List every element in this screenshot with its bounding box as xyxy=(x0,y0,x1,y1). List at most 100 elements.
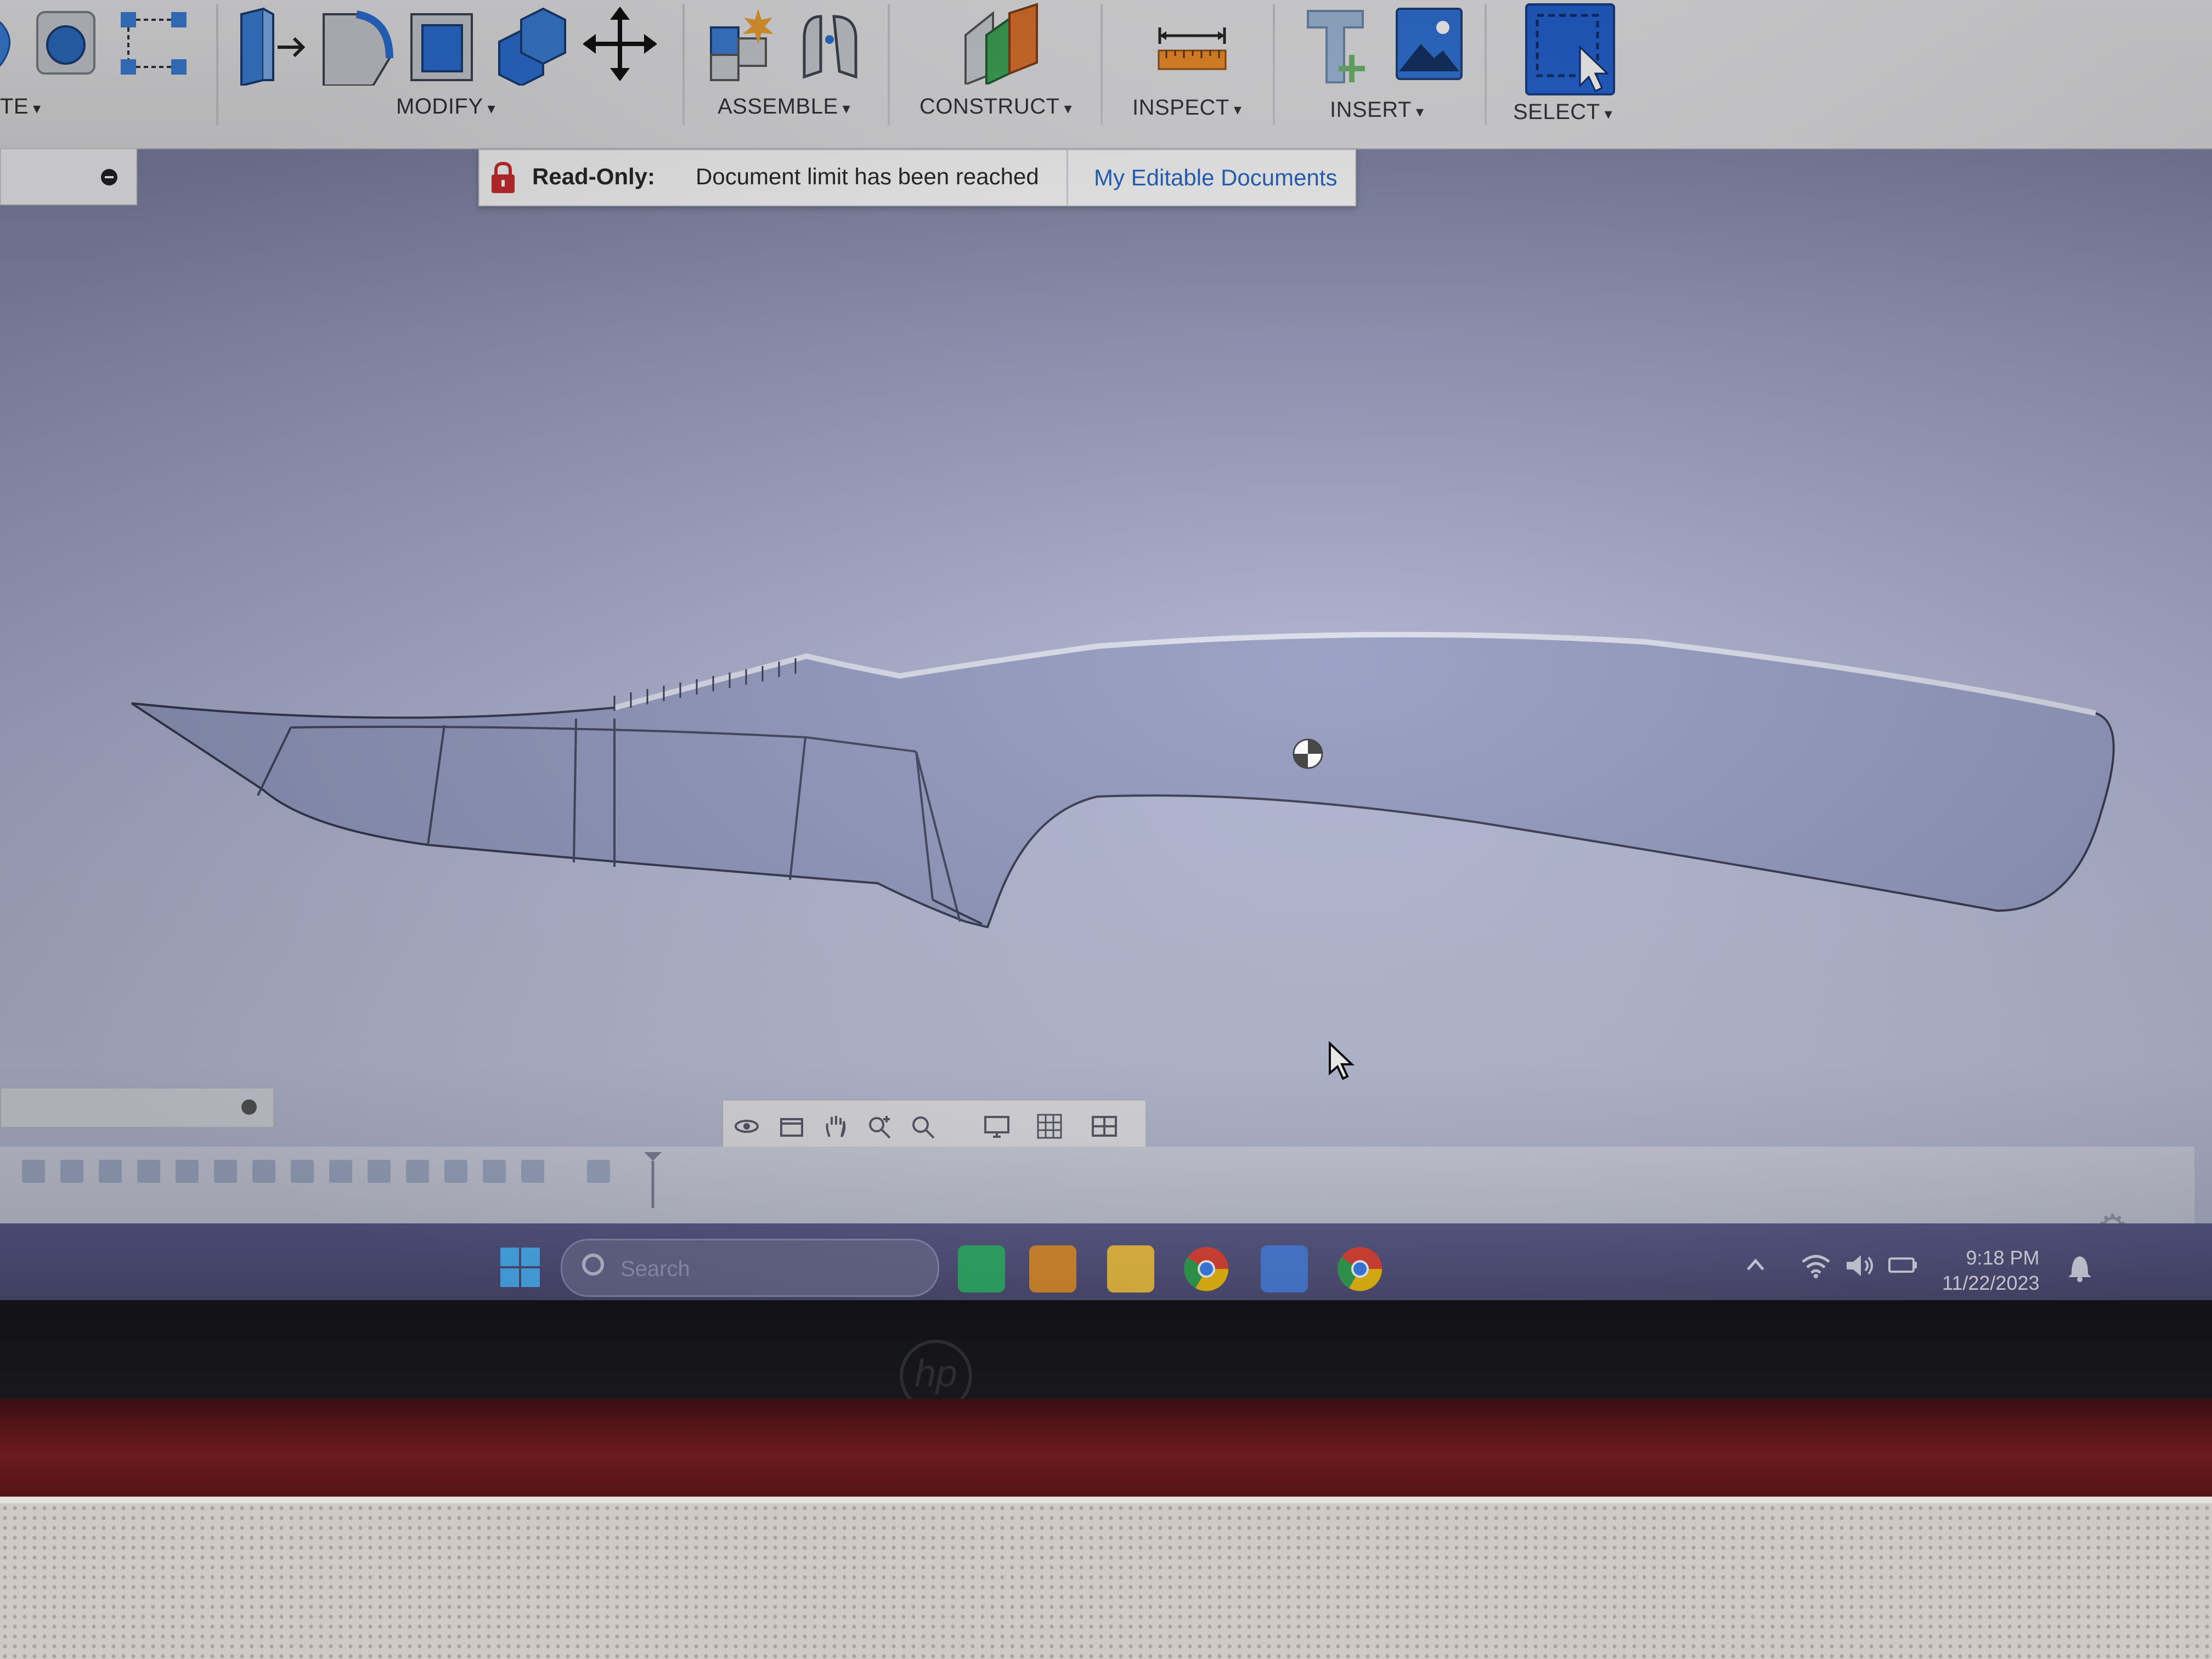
timeline-feature[interactable] xyxy=(587,1160,610,1183)
construct-group[interactable]: CONSTRUCT ▾ xyxy=(900,0,1097,148)
timeline-feature[interactable] xyxy=(444,1160,467,1183)
construct-menu[interactable]: CONSTRUCT ▾ xyxy=(919,94,1072,119)
chrome-icon[interactable] xyxy=(1183,1245,1230,1293)
modify-label: MODIFY xyxy=(396,94,483,119)
timeline-feature[interactable] xyxy=(176,1160,199,1183)
inspect-group[interactable]: INSPECT ▾ xyxy=(1114,0,1278,148)
speaker-grille xyxy=(0,1503,2212,1659)
combine-icon[interactable] xyxy=(494,3,571,86)
assemble-group[interactable]: ASSEMBLE ▾ xyxy=(691,0,883,148)
timeline-feature[interactable] xyxy=(60,1160,83,1183)
select-menu[interactable]: SELECT ▾ xyxy=(1513,100,1612,125)
comments-panel-collapsed[interactable] xyxy=(0,1087,274,1128)
timeline xyxy=(0,1147,2194,1223)
calculator-icon[interactable] xyxy=(1261,1245,1308,1293)
timeline-feature[interactable] xyxy=(483,1160,506,1183)
volume-icon[interactable] xyxy=(1843,1252,1876,1279)
shell-icon[interactable] xyxy=(406,3,483,86)
timeline-feature[interactable] xyxy=(406,1160,429,1183)
timeline-feature[interactable] xyxy=(99,1160,122,1183)
move-copy-icon[interactable] xyxy=(582,5,658,82)
timeline-feature[interactable] xyxy=(22,1160,45,1183)
select-group[interactable]: SELECT ▾ xyxy=(1503,0,1635,148)
knife-model[interactable] xyxy=(131,631,2115,929)
browser-panel-collapsed[interactable] xyxy=(0,148,137,205)
my-editable-documents-link[interactable]: My Editable Documents xyxy=(1094,165,1338,191)
grid-icon[interactable] xyxy=(1036,1113,1063,1140)
expand-icon[interactable] xyxy=(241,1099,257,1115)
wifi-icon[interactable] xyxy=(1799,1252,1832,1279)
caret-icon: ▾ xyxy=(1415,103,1424,120)
file-explorer-icon[interactable] xyxy=(1107,1245,1154,1293)
canvas-image-icon[interactable] xyxy=(1393,5,1465,82)
read-only-label: Read-Only: xyxy=(532,163,656,189)
timeline-feature[interactable] xyxy=(137,1160,160,1183)
new-component-icon[interactable] xyxy=(706,5,777,82)
banner-divider xyxy=(1066,150,1068,205)
timeline-feature[interactable] xyxy=(252,1160,275,1183)
inspect-menu[interactable]: INSPECT ▾ xyxy=(1132,95,1242,120)
hole-icon[interactable] xyxy=(33,8,99,79)
laptop-hinge xyxy=(0,1399,2212,1509)
collapse-icon[interactable] xyxy=(101,169,117,185)
measure-icon[interactable] xyxy=(1156,22,1228,71)
system-clock[interactable]: 9:18 PM 11/22/2023 xyxy=(1942,1245,2040,1296)
display-settings-icon[interactable] xyxy=(983,1113,1011,1140)
timeline-feature[interactable] xyxy=(291,1160,314,1183)
caret-icon: ▾ xyxy=(487,100,496,117)
caret-icon: ▾ xyxy=(1604,105,1613,122)
search-icon xyxy=(582,1254,604,1276)
revolve-icon[interactable] xyxy=(0,11,22,71)
separator xyxy=(1485,4,1487,125)
separator xyxy=(1273,4,1275,125)
read-only-banner: Read-Only: Document limit has been reach… xyxy=(478,149,1356,206)
create-group[interactable]: TE ▾ xyxy=(0,0,208,148)
viewports-icon[interactable] xyxy=(1091,1113,1118,1140)
create-label-text: TE xyxy=(0,94,29,119)
search-placeholder: Search xyxy=(620,1257,690,1281)
look-at-icon[interactable] xyxy=(778,1113,805,1140)
timeline-feature[interactable] xyxy=(329,1160,352,1183)
chrome-profile-icon[interactable] xyxy=(1336,1245,1384,1293)
select-label: SELECT xyxy=(1513,100,1600,124)
modify-menu[interactable]: MODIFY ▾ xyxy=(396,94,495,119)
fusion-app-icon[interactable] xyxy=(1029,1245,1076,1293)
fit-zoom-icon[interactable] xyxy=(910,1113,937,1140)
create-label[interactable]: TE ▾ xyxy=(0,94,41,119)
pan-hand-icon[interactable] xyxy=(822,1113,849,1140)
construct-label: CONSTRUCT xyxy=(919,94,1060,119)
caret-icon: ▾ xyxy=(1064,100,1073,117)
orbit-icon[interactable] xyxy=(733,1113,760,1140)
blade-body[interactable] xyxy=(131,633,2115,929)
caret-icon: ▾ xyxy=(842,100,851,117)
timeline-feature[interactable] xyxy=(368,1160,391,1183)
clock-date: 11/22/2023 xyxy=(1942,1272,2040,1294)
select-icon[interactable] xyxy=(1525,3,1615,95)
windows-start-icon[interactable] xyxy=(498,1245,542,1289)
insert-derive-icon[interactable] xyxy=(1302,5,1374,88)
separator xyxy=(216,4,218,125)
viewport-canvas[interactable] xyxy=(0,203,2212,1092)
timeline-marker-icon[interactable] xyxy=(642,1150,664,1210)
notification-bell-icon[interactable] xyxy=(2067,1252,2092,1283)
press-pull-icon[interactable] xyxy=(230,3,307,86)
timeline-feature[interactable] xyxy=(521,1160,544,1183)
taskbar-search[interactable]: Search xyxy=(561,1239,939,1297)
origin-marker xyxy=(1293,738,1323,769)
insert-menu[interactable]: INSERT ▾ xyxy=(1330,98,1424,122)
zoom-icon[interactable] xyxy=(866,1113,893,1140)
caret-icon: ▾ xyxy=(1233,101,1242,118)
chevron-up-icon[interactable] xyxy=(1745,1256,1767,1273)
assemble-menu[interactable]: ASSEMBLE ▾ xyxy=(718,94,850,119)
separator xyxy=(1101,4,1103,125)
modify-group[interactable]: MODIFY ▾ xyxy=(225,0,686,148)
app-store-icon[interactable] xyxy=(958,1245,1005,1293)
timeline-feature[interactable] xyxy=(214,1160,237,1183)
insert-group[interactable]: INSERT ▾ xyxy=(1289,0,1470,148)
battery-icon[interactable] xyxy=(1887,1254,1920,1276)
joint-icon[interactable] xyxy=(795,5,867,82)
pattern-icon[interactable] xyxy=(119,9,190,80)
photo-of-laptop: TE ▾ MODIFY ▾ ASSEMBLE ▾ CONSTRUCT ▾ INS… xyxy=(0,0,2212,1659)
fillet-icon[interactable] xyxy=(318,3,395,86)
offset-plane-icon[interactable] xyxy=(960,2,1042,84)
